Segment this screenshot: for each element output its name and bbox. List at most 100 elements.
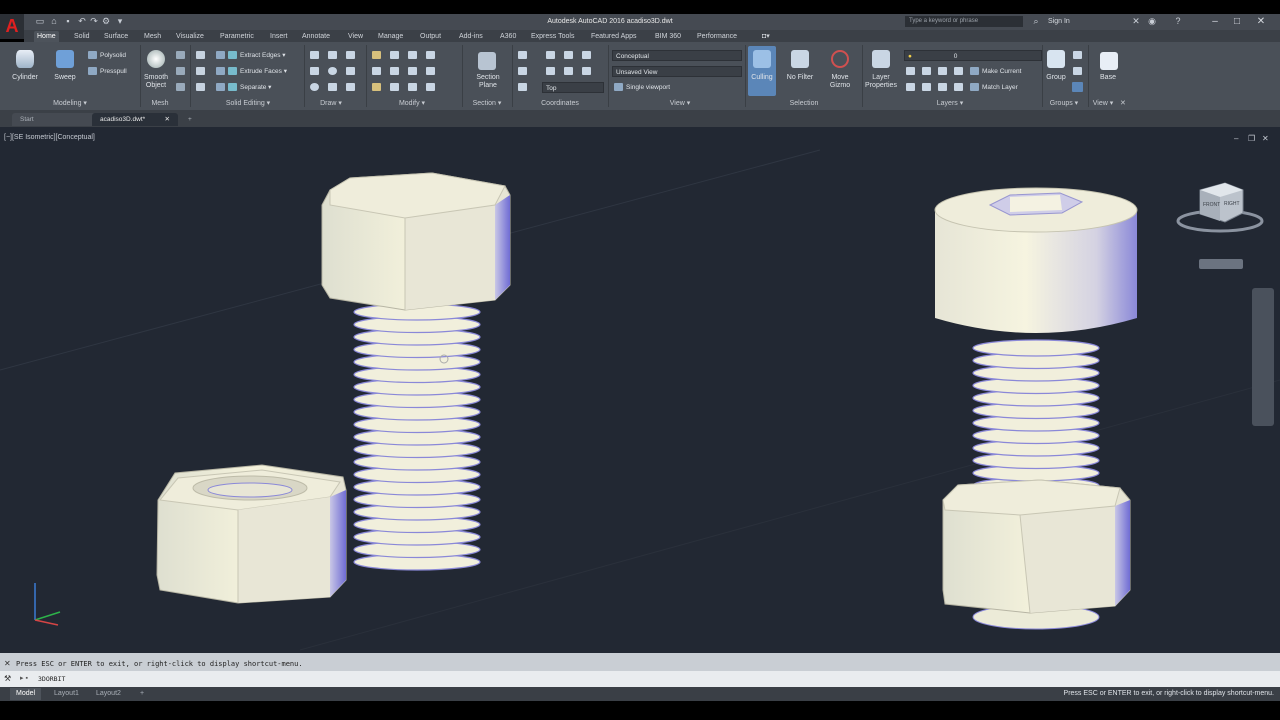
maximize-button[interactable]: □	[1228, 15, 1246, 28]
union-icon[interactable]	[196, 51, 205, 59]
tab-output[interactable]: Output	[420, 31, 441, 42]
ucs-z-icon[interactable]	[564, 67, 573, 75]
extrude-faces-button[interactable]: Extrude Faces ▾	[216, 67, 287, 76]
mesh-tool-icon[interactable]	[176, 51, 185, 59]
tab-model[interactable]: Model	[10, 688, 42, 700]
help-icon[interactable]: ?	[1172, 16, 1184, 27]
tab-view[interactable]: View	[348, 31, 363, 42]
move-icon[interactable]	[372, 51, 381, 59]
close-button[interactable]: ✕	[1252, 15, 1270, 28]
ucs-named-dropdown[interactable]: Top	[542, 82, 604, 93]
file-tab-start[interactable]: Start	[12, 113, 98, 126]
tab-parametric[interactable]: Parametric	[220, 31, 254, 42]
layer-tool-icon[interactable]	[954, 67, 963, 75]
ribbon-toggle-icon[interactable]: ◘▾	[762, 31, 770, 42]
group-icon[interactable]	[1047, 50, 1065, 68]
trim-icon[interactable]	[426, 67, 435, 75]
panel-title-modeling[interactable]: Modeling ▾	[30, 99, 110, 108]
layer-tool-icon[interactable]	[922, 67, 931, 75]
point-icon[interactable]	[346, 83, 355, 91]
mesh-tool-icon[interactable]	[176, 67, 185, 75]
panel-title-layers[interactable]: Layers ▾	[920, 99, 980, 108]
viewport-close-icon[interactable]: ✕	[1262, 134, 1269, 143]
separate-button[interactable]: Separate ▾	[216, 83, 271, 92]
stretch-icon[interactable]	[372, 67, 381, 75]
tab-manage[interactable]: Manage	[378, 31, 403, 42]
ucs-origin-icon[interactable]	[582, 51, 591, 59]
layer-properties-button[interactable]: Layer Properties	[860, 74, 902, 90]
minimize-button[interactable]: –	[1206, 15, 1224, 28]
ucs-3point-icon[interactable]	[582, 67, 591, 75]
tab-annotate[interactable]: Annotate	[302, 31, 330, 42]
section-plane-button[interactable]: Section Plane	[470, 74, 506, 90]
tab-visualize[interactable]: Visualize	[176, 31, 204, 42]
smooth-object-button[interactable]: Smooth Object	[140, 74, 172, 90]
panel-title-modify[interactable]: Modify ▾	[384, 99, 440, 108]
new-tab-button[interactable]: +	[180, 113, 200, 126]
ellipse-icon[interactable]	[310, 83, 319, 91]
exchange-icon[interactable]: ✕	[1130, 16, 1142, 27]
visual-style-dropdown[interactable]: Conceptual	[612, 50, 742, 61]
command-input[interactable]: 3DORBIT	[38, 675, 65, 683]
smooth-object-icon[interactable]	[147, 50, 165, 68]
sweep-button[interactable]: Sweep	[48, 74, 82, 82]
viewport-controls-label[interactable]: [−][SE Isometric][Conceptual]	[4, 134, 95, 141]
panel-title-selection[interactable]: Selection	[776, 99, 832, 108]
socket-cap-screw[interactable]	[934, 187, 1138, 630]
panel-title-section[interactable]: Section ▾	[464, 99, 510, 108]
layer-dropdown[interactable]: ● 0	[904, 50, 1042, 61]
tab-solid[interactable]: Solid	[74, 31, 90, 42]
tab-layout2[interactable]: Layout2	[90, 688, 127, 700]
tab-a360[interactable]: A360	[500, 31, 516, 42]
tab-layout1[interactable]: Layout1	[48, 688, 85, 700]
application-menu-button[interactable]: A	[0, 14, 24, 39]
command-line-close-icon[interactable]: ✕	[4, 659, 11, 668]
ucs-x-icon[interactable]	[564, 51, 573, 59]
spline-icon[interactable]	[310, 67, 319, 75]
hatch-icon[interactable]	[328, 83, 337, 91]
panel-title-groups[interactable]: Groups ▾	[1042, 99, 1086, 108]
offset-icon[interactable]	[426, 83, 435, 91]
layer-tool-icon[interactable]	[938, 67, 947, 75]
command-input-bar[interactable]	[0, 671, 1280, 687]
match-layer-button[interactable]: Match Layer	[970, 83, 1018, 92]
move-gizmo-icon[interactable]	[831, 50, 849, 68]
base-view-icon[interactable]	[1100, 52, 1118, 70]
ucs-y-icon[interactable]	[546, 67, 555, 75]
rectangle-icon[interactable]	[346, 67, 355, 75]
drawing-viewport[interactable]: FRONT RIGHT	[0, 127, 1280, 653]
copy-icon[interactable]	[426, 51, 435, 59]
panel-title-solid-editing[interactable]: Solid Editing ▾	[200, 99, 296, 108]
viewcube[interactable]: FRONT RIGHT	[1176, 182, 1264, 269]
saved-view-dropdown[interactable]: Unsaved View	[612, 66, 742, 77]
tab-surface[interactable]: Surface	[104, 31, 128, 42]
panel-title-view-secondary[interactable]: View ▾	[1088, 99, 1118, 108]
base-view-button[interactable]: Base	[1092, 74, 1124, 82]
layer-tool-icon[interactable]	[938, 83, 947, 91]
undo-icon[interactable]: ↶	[76, 16, 88, 27]
viewport-minimize-icon[interactable]: –	[1234, 134, 1238, 143]
model-canvas[interactable]: FRONT RIGHT	[0, 127, 1280, 653]
explode-icon[interactable]	[408, 83, 417, 91]
group-tool-icon[interactable]	[1073, 67, 1082, 75]
ucs-world-icon[interactable]	[546, 51, 555, 59]
ucs-object-icon[interactable]	[518, 83, 527, 91]
ucs-view-icon[interactable]	[518, 67, 527, 75]
move-gizmo-button[interactable]: Move Gizmo	[822, 74, 858, 90]
panel-title-draw[interactable]: Draw ▾	[306, 99, 356, 108]
file-tab-acadiso3d[interactable]: acadiso3D.dwt* ✕	[92, 113, 178, 126]
close-tab-icon[interactable]: ✕	[165, 113, 170, 126]
a360-icon[interactable]: ◉	[1146, 16, 1158, 27]
layer-properties-icon[interactable]	[872, 50, 890, 68]
tab-mesh[interactable]: Mesh	[144, 31, 161, 42]
sign-in-link[interactable]: Sign In	[1048, 16, 1070, 27]
presspull-button[interactable]: Presspull	[88, 67, 127, 76]
subtract-icon[interactable]	[196, 67, 205, 75]
ribbon-panel-close-icon[interactable]: ✕	[1120, 99, 1126, 107]
fillet-icon[interactable]	[372, 83, 381, 91]
cylinder-icon[interactable]	[16, 50, 34, 68]
line-icon[interactable]	[310, 51, 319, 59]
no-filter-button[interactable]: No Filter	[780, 74, 820, 82]
group-select-icon[interactable]	[1072, 82, 1083, 92]
add-layout-button[interactable]: +	[134, 688, 150, 700]
